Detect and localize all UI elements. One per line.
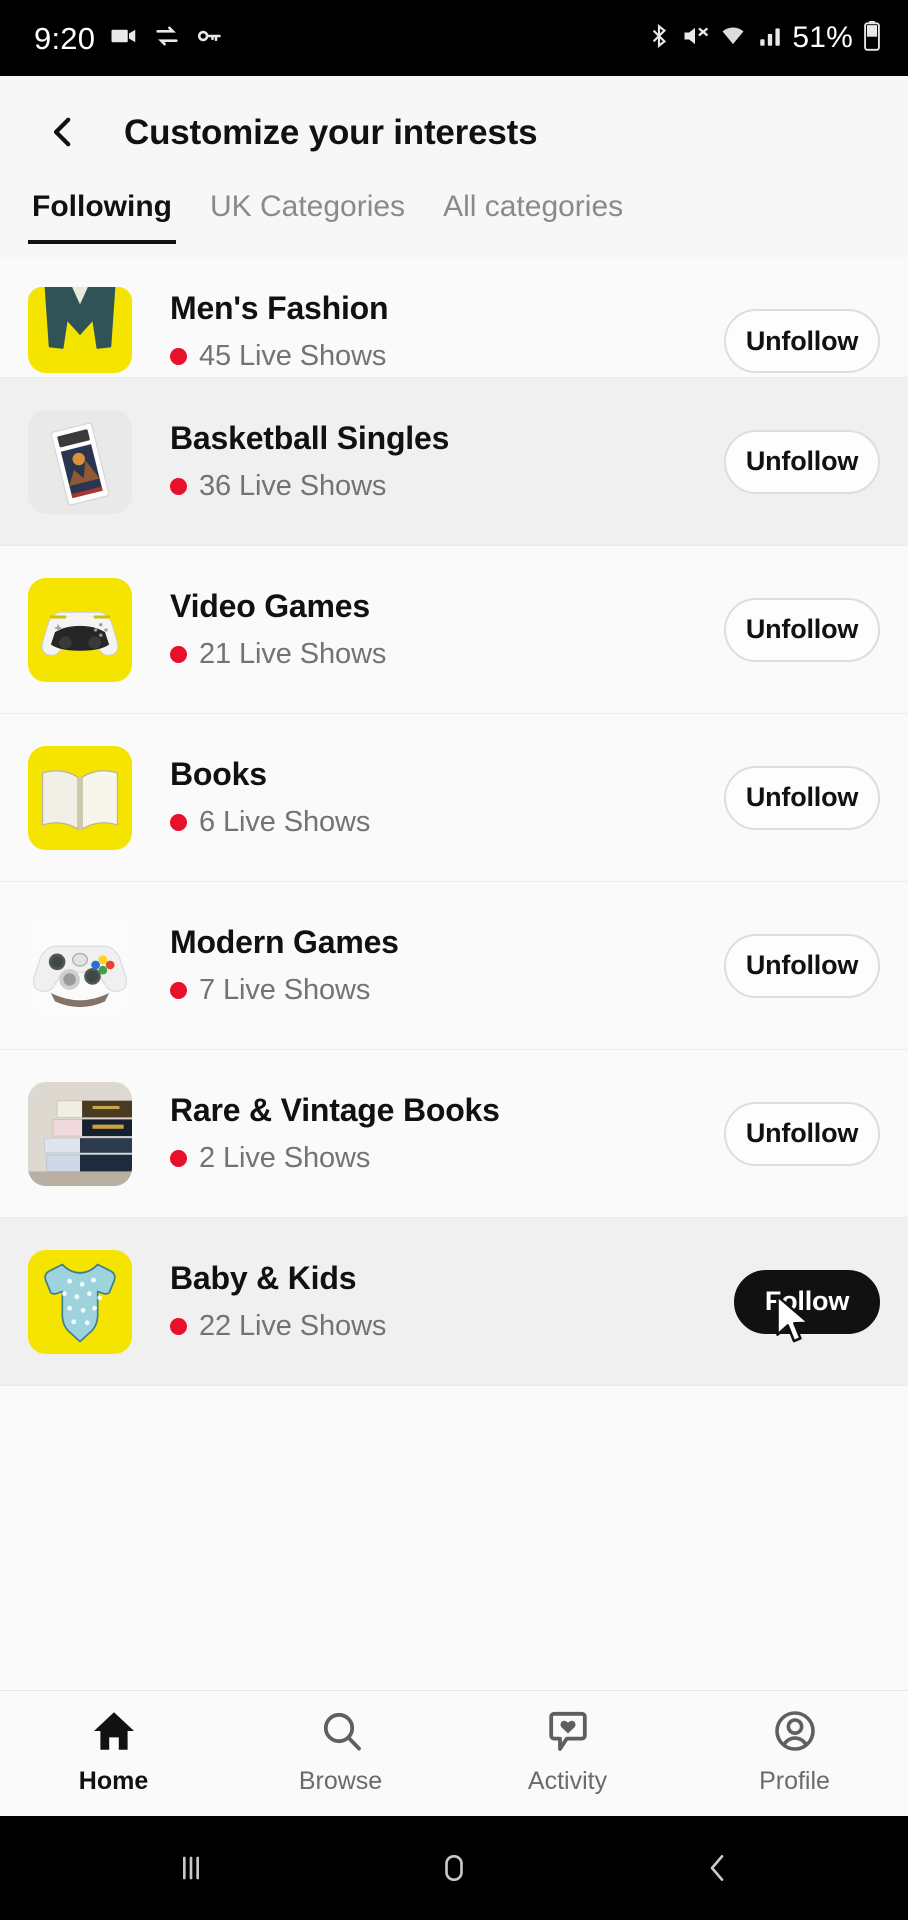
list-item-title: Baby & Kids xyxy=(170,1260,357,1297)
list-item[interactable]: Rare & Vintage Books 2 Live Shows Unfoll… xyxy=(0,1050,908,1218)
list-item-title: Books xyxy=(170,756,267,793)
activity-heart-bubble-icon xyxy=(544,1707,592,1758)
nav-item-browse[interactable]: Browse xyxy=(227,1707,454,1796)
search-icon xyxy=(317,1707,365,1758)
live-shows-count: 36 Live Shows xyxy=(199,469,387,502)
unfollow-button[interactable]: Unfollow xyxy=(724,933,880,998)
back-button[interactable] xyxy=(32,102,94,164)
baby-onesie-thumbnail xyxy=(28,1249,132,1354)
live-shows-count: 21 Live Shows xyxy=(199,637,387,670)
list-item-text: Men's Fashion 45 Live Shows xyxy=(170,290,724,373)
list-item-subtitle: 21 Live Shows xyxy=(170,638,724,671)
list-item[interactable]: Modern Games 7 Live Shows Unfollow xyxy=(0,882,908,1050)
android-status-bar: 9:20 51% xyxy=(0,0,908,76)
list-item-subtitle: 22 Live Shows xyxy=(170,1310,734,1343)
follow-button[interactable]: Follow xyxy=(734,1269,880,1334)
nav-item-home[interactable]: Home xyxy=(0,1707,227,1796)
page-title: Customize your interests xyxy=(124,113,538,152)
unfollow-button[interactable]: Unfollow xyxy=(724,597,880,662)
nav-label-home: Home xyxy=(78,1767,149,1795)
live-dot-icon xyxy=(170,477,187,495)
status-bar-right: 51% xyxy=(646,20,882,56)
tab-following[interactable]: Following xyxy=(28,190,176,244)
list-item-title: Video Games xyxy=(170,588,370,625)
live-shows-count: 7 Live Shows xyxy=(199,973,371,1006)
tab-uk-categories[interactable]: UK Categories xyxy=(206,190,409,240)
bottom-navigation: Home Browse Activity Profile xyxy=(0,1690,908,1816)
nav-label-profile: Profile xyxy=(759,1767,830,1795)
bluetooth-icon xyxy=(646,22,672,55)
list-item-title: Rare & Vintage Books xyxy=(170,1092,500,1129)
nav-item-activity[interactable]: Activity xyxy=(454,1707,681,1796)
vpn-key-icon xyxy=(195,22,223,55)
phone-screen: 9:20 51% Customize your interests Follow… xyxy=(0,0,908,1920)
list-item-title: Modern Games xyxy=(170,924,399,961)
nav-label-activity: Activity xyxy=(527,1767,608,1795)
open-book-thumbnail xyxy=(28,745,132,850)
live-dot-icon xyxy=(170,348,187,365)
live-shows-count: 45 Live Shows xyxy=(199,340,387,372)
nav-label-browse: Browse xyxy=(298,1767,383,1795)
list-item[interactable]: Men's Fashion 45 Live Shows Unfollow xyxy=(0,258,908,378)
status-bar-clock: 9:20 xyxy=(34,20,96,56)
list-item-text: Modern Games 7 Live Shows xyxy=(170,924,724,1007)
list-item[interactable]: Books 6 Live Shows Unfollow xyxy=(0,714,908,882)
back-chevron-icon[interactable] xyxy=(662,1816,772,1920)
interest-list[interactable]: Men's Fashion 45 Live Shows Unfollow Bas… xyxy=(0,258,908,1690)
list-item-subtitle: 45 Live Shows xyxy=(170,340,724,373)
live-dot-icon xyxy=(170,1317,187,1335)
graded-card-slab-thumbnail xyxy=(28,409,132,514)
list-item-title: Basketball Singles xyxy=(170,420,450,457)
status-bar-left: 9:20 xyxy=(34,21,223,56)
live-dot-icon xyxy=(170,1149,187,1167)
list-item-subtitle: 7 Live Shows xyxy=(170,974,724,1007)
home-square-icon[interactable] xyxy=(399,1816,509,1920)
live-dot-icon xyxy=(170,981,187,999)
list-item-text: Rare & Vintage Books 2 Live Shows xyxy=(170,1092,724,1175)
mute-icon xyxy=(681,22,709,55)
live-shows-count: 2 Live Shows xyxy=(199,1141,371,1174)
nav-item-profile[interactable]: Profile xyxy=(681,1707,908,1796)
recents-icon[interactable] xyxy=(136,1816,246,1920)
list-item-subtitle: 36 Live Shows xyxy=(170,470,724,503)
list-item-text: Books 6 Live Shows xyxy=(170,756,724,839)
unfollow-button[interactable]: Unfollow xyxy=(724,309,880,373)
xbox-controller-thumbnail xyxy=(28,913,132,1018)
live-shows-count: 22 Live Shows xyxy=(199,1309,387,1342)
playstation-controller-thumbnail xyxy=(28,577,132,682)
live-dot-icon xyxy=(170,645,187,663)
live-shows-count: 6 Live Shows xyxy=(199,805,371,838)
book-stack-thumbnail xyxy=(28,1081,132,1186)
unfollow-button[interactable]: Unfollow xyxy=(724,429,880,494)
list-item-subtitle: 2 Live Shows xyxy=(170,1142,724,1175)
mens-jacket-thumbnail xyxy=(28,287,132,373)
data-saver-icon xyxy=(153,22,181,55)
video-camera-icon xyxy=(109,21,139,56)
unfollow-button[interactable]: Unfollow xyxy=(724,1101,880,1166)
list-item[interactable]: Basketball Singles 36 Live Shows Unfollo… xyxy=(0,378,908,546)
wifi-icon xyxy=(718,22,748,55)
chevron-left-icon xyxy=(42,111,84,156)
home-icon xyxy=(90,1707,138,1758)
battery-icon xyxy=(862,20,882,56)
live-dot-icon xyxy=(170,813,187,831)
battery-percentage: 51% xyxy=(792,21,853,54)
profile-icon xyxy=(771,1707,819,1758)
unfollow-button[interactable]: Unfollow xyxy=(724,765,880,830)
list-item-subtitle: 6 Live Shows xyxy=(170,806,724,839)
list-item-title: Men's Fashion xyxy=(170,290,389,327)
cellular-signal-icon xyxy=(757,22,783,55)
list-item[interactable]: Video Games 21 Live Shows Unfollow xyxy=(0,546,908,714)
category-tabs: Following UK Categories All categories xyxy=(0,190,908,258)
list-item-text: Basketball Singles 36 Live Shows xyxy=(170,420,724,503)
list-item[interactable]: Baby & Kids 22 Live Shows Follow xyxy=(0,1218,908,1386)
list-item-text: Baby & Kids 22 Live Shows xyxy=(170,1260,734,1343)
android-navigation-bar xyxy=(0,1816,908,1920)
tab-all-categories[interactable]: All categories xyxy=(439,190,627,240)
list-item-text: Video Games 21 Live Shows xyxy=(170,588,724,671)
app-header: Customize your interests xyxy=(0,76,908,190)
